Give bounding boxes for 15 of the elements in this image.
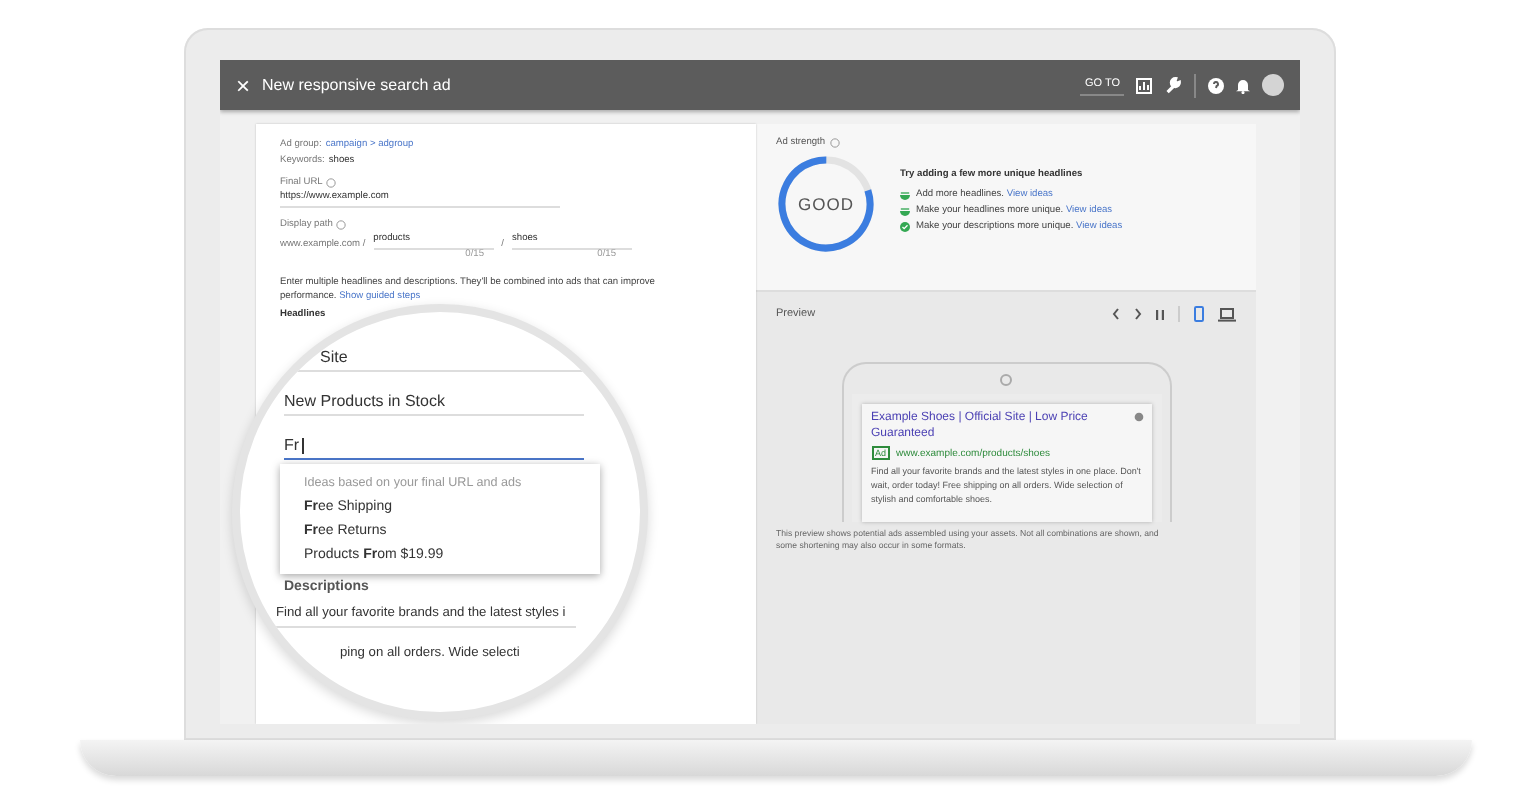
avatar[interactable]	[1262, 74, 1284, 96]
pause-icon[interactable]	[1156, 309, 1164, 319]
wrench-icon[interactable]	[1164, 76, 1182, 94]
headline-field[interactable]: Site	[320, 344, 348, 370]
chart-icon[interactable]	[1136, 77, 1152, 93]
bell-icon[interactable]	[1236, 77, 1250, 93]
laptop-icon[interactable]	[1218, 307, 1236, 321]
close-button[interactable]: ×	[236, 73, 251, 97]
mobile-icon[interactable]	[1194, 306, 1204, 322]
strength-rating: GOOD	[798, 194, 854, 214]
window-title: New responsive search ad	[262, 76, 453, 94]
next-icon[interactable]	[1134, 308, 1142, 320]
headline-field[interactable]: New Products in Stock	[284, 388, 445, 414]
previous-icon[interactable]	[1112, 308, 1120, 320]
headline-field[interactable]: Fr	[284, 432, 304, 458]
